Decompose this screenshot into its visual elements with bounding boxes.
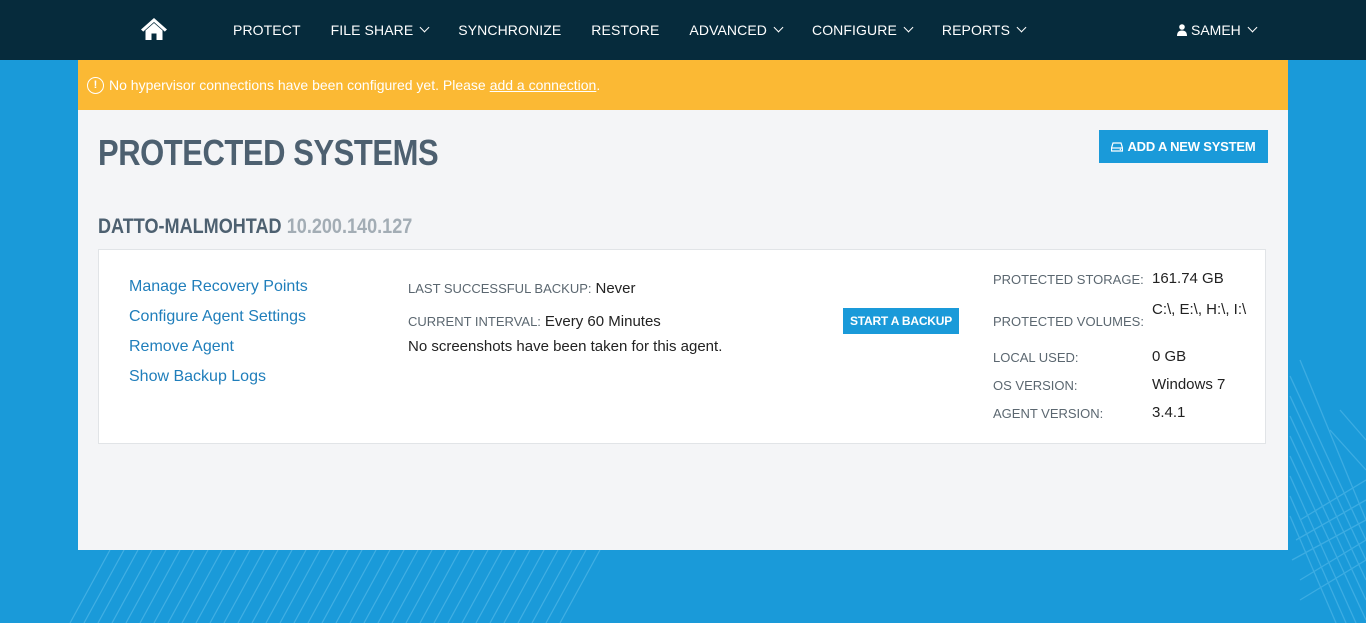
chevron-down-icon	[1016, 22, 1027, 33]
os-version-value: Windows 7	[1152, 376, 1226, 393]
local-used-value: 0 GB	[1152, 348, 1187, 365]
interval-row: CURRENT INTERVAL: Every 60 Minutes	[408, 305, 722, 338]
remove-agent-link[interactable]: Remove Agent	[129, 332, 308, 362]
manage-recovery-points-link[interactable]: Manage Recovery Points	[129, 272, 308, 302]
screenshot-note: No screenshots have been taken for this …	[408, 338, 723, 355]
nav-label: FILE SHARE	[330, 22, 414, 38]
main-menu: PROTECT FILE SHARE SYNCHRONIZE RESTORE A…	[218, 0, 1040, 60]
agent-version-value: 3.4.1	[1152, 404, 1186, 421]
agent-version-row: AGENT VERSION: 3.4.1	[993, 404, 1253, 432]
system-heading: DATTO-MALMOHTAD 10.200.140.127	[98, 215, 412, 239]
user-menu[interactable]: SAMEH	[1177, 0, 1258, 60]
user-name: SAMEH	[1191, 22, 1241, 38]
nav-label: ADVANCED	[689, 22, 767, 38]
protected-volumes-value: C:\, E:\, H:\, I:\	[1152, 301, 1247, 318]
home-icon[interactable]	[139, 16, 169, 42]
chevron-down-icon	[903, 22, 914, 33]
system-card: Manage Recovery Points Configure Agent S…	[98, 249, 1266, 444]
nav-restore[interactable]: RESTORE	[576, 0, 674, 60]
hypervisor-alert: ! No hypervisor connections have been co…	[78, 60, 1288, 110]
main-panel: ! No hypervisor connections have been co…	[78, 60, 1288, 550]
agent-version-label: AGENT VERSION:	[993, 406, 1104, 421]
interval-value: Every 60 Minutes	[544, 313, 661, 330]
nav-protect[interactable]: PROTECT	[218, 0, 316, 60]
nav-label: RESTORE	[591, 22, 660, 38]
interval-label: CURRENT INTERVAL:	[408, 314, 541, 329]
last-backup-row: LAST SUCCESSFUL BACKUP: Never	[408, 272, 722, 305]
alert-text: No hypervisor connections have been conf…	[109, 77, 486, 93]
chevron-down-icon	[773, 22, 784, 33]
system-details: PROTECTED STORAGE: 161.74 GB PROTECTED V…	[993, 270, 1253, 432]
hard-drive-icon	[1111, 141, 1124, 152]
chevron-down-icon	[419, 22, 430, 33]
os-version-row: OS VERSION: Windows 7	[993, 376, 1253, 404]
nav-synchronize[interactable]: SYNCHRONIZE	[443, 0, 576, 60]
page-title: PROTECTED SYSTEMS	[98, 132, 439, 173]
exclamation-circle-icon: !	[87, 76, 104, 94]
add-connection-link[interactable]: add a connection	[490, 77, 597, 93]
protected-volumes-row: PROTECTED VOLUMES: C:\, E:\, H:\, I:\	[993, 300, 1253, 338]
nav-advanced[interactable]: ADVANCED	[674, 0, 797, 60]
system-name: DATTO-MALMOHTAD	[98, 215, 282, 238]
system-actions: Manage Recovery Points Configure Agent S…	[129, 272, 308, 392]
add-new-system-label: ADD A NEW SYSTEM	[1127, 139, 1256, 154]
start-backup-button[interactable]: START A BACKUP	[843, 308, 959, 334]
top-navbar: PROTECT FILE SHARE SYNCHRONIZE RESTORE A…	[0, 0, 1366, 60]
nav-label: REPORTS	[941, 22, 1011, 38]
nav-label: PROTECT	[233, 22, 301, 38]
nav-configure[interactable]: CONFIGURE	[797, 0, 927, 60]
backup-status: LAST SUCCESSFUL BACKUP: Never CURRENT IN…	[408, 272, 722, 355]
last-backup-label: LAST SUCCESSFUL BACKUP:	[408, 281, 592, 296]
configure-agent-settings-link[interactable]: Configure Agent Settings	[129, 302, 308, 332]
last-backup-value: Never	[595, 280, 636, 297]
chevron-down-icon	[1247, 22, 1258, 33]
protected-volumes-label: PROTECTED VOLUMES:	[993, 314, 1144, 329]
nav-label: CONFIGURE	[811, 22, 897, 38]
add-new-system-button[interactable]: ADD A NEW SYSTEM	[1099, 130, 1268, 163]
nav-file-share[interactable]: FILE SHARE	[316, 0, 444, 60]
user-icon	[1177, 24, 1187, 36]
os-version-label: OS VERSION:	[993, 378, 1078, 393]
local-used-label: LOCAL USED:	[993, 350, 1079, 365]
local-used-row: LOCAL USED: 0 GB	[993, 348, 1253, 376]
system-ip: 10.200.140.127	[286, 215, 413, 238]
alert-suffix: .	[596, 77, 601, 93]
show-backup-logs-link[interactable]: Show Backup Logs	[129, 362, 308, 392]
nav-reports[interactable]: REPORTS	[927, 0, 1040, 60]
nav-label: SYNCHRONIZE	[458, 22, 562, 38]
